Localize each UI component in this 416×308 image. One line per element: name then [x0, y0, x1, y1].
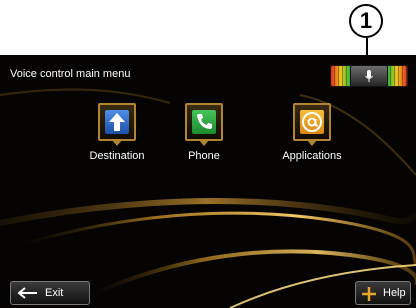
help-label: Help [383, 287, 406, 299]
exit-button[interactable]: Exit [10, 281, 90, 305]
screen-title: Voice control main menu [10, 68, 131, 80]
destination-arrow-icon [105, 110, 129, 134]
plus-icon [362, 287, 376, 301]
back-arrow-icon [17, 287, 37, 299]
menu-item-phone[interactable]: Phone [164, 103, 244, 162]
menu-item-label: Phone [188, 150, 220, 162]
voice-level-indicator[interactable] [330, 65, 408, 87]
destination-button[interactable] [98, 103, 136, 146]
menu-item-destination[interactable]: Destination [77, 103, 157, 162]
at-sign-icon [300, 110, 324, 134]
voice-menu-screen: Voice control main menu Destination Phon… [0, 55, 416, 308]
microphone-button[interactable] [350, 65, 388, 87]
phone-icon [192, 110, 216, 134]
menu-item-applications[interactable]: Applications [272, 103, 352, 162]
exit-label: Exit [45, 287, 64, 299]
help-button[interactable]: Help [355, 281, 411, 305]
menu-item-label: Applications [282, 150, 342, 162]
menu-item-label: Destination [89, 150, 145, 162]
background-light-swirls [0, 88, 416, 308]
microphone-icon [365, 70, 373, 82]
phone-button[interactable] [185, 103, 223, 146]
applications-button[interactable] [293, 103, 331, 146]
callout-marker-1: 1 [349, 4, 383, 38]
